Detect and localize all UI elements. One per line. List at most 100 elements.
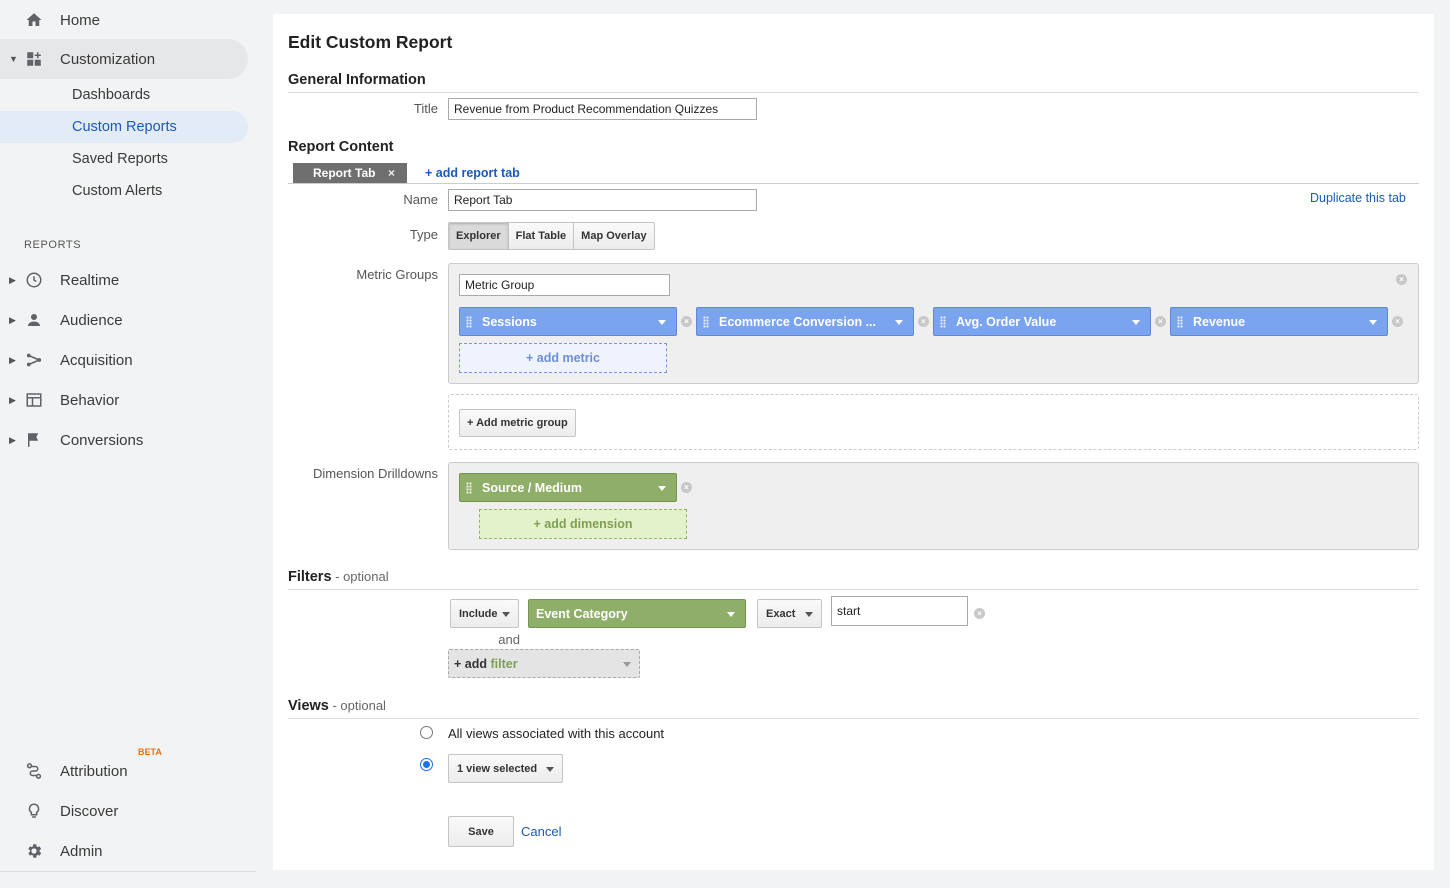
type-map-overlay-button[interactable]: Map Overlay [573, 222, 655, 250]
remove-metric-icon[interactable]: × [681, 316, 692, 327]
general-info-heading: General Information [288, 72, 426, 88]
type-label: Type [409, 227, 438, 242]
name-label: Name [403, 192, 438, 207]
drag-handle-icon[interactable] [466, 482, 472, 494]
reports-heading: REPORTS [24, 239, 82, 251]
add-dimension-button[interactable]: + add dimension [479, 509, 687, 539]
nav-discover[interactable]: Discover [0, 791, 248, 831]
filter-match-type-select[interactable]: Exact [757, 599, 822, 628]
selected-views-radio[interactable] [420, 758, 433, 771]
nav-customization[interactable]: ▼ Customization [0, 39, 248, 79]
drag-handle-icon[interactable] [1177, 316, 1183, 328]
chevron-down-icon [895, 320, 903, 325]
home-icon [24, 10, 44, 30]
metric-chip-ecommerce-conversion[interactable]: Ecommerce Conversion ... [696, 307, 914, 336]
add-metric-group-button[interactable]: + Add metric group [459, 409, 576, 437]
remove-dimension-icon[interactable]: × [681, 482, 692, 493]
dimension-drilldowns-label: Dimension Drilldowns [313, 466, 438, 481]
views-select-value: 1 view selected [457, 762, 538, 775]
filter-dimension-label: Event Category [536, 606, 628, 621]
nav-home[interactable]: Home [0, 0, 248, 40]
gear-icon [24, 841, 44, 861]
remove-group-icon[interactable]: × [1396, 274, 1407, 285]
close-icon[interactable]: × [388, 166, 395, 180]
report-content-heading: Report Content [288, 139, 394, 155]
nav-acquisition-label: Acquisition [60, 351, 133, 369]
remove-filter-icon[interactable]: × [974, 608, 985, 619]
views-heading: Views - optional [288, 698, 386, 714]
filters-heading-text: Filters [288, 569, 332, 585]
chevron-down-icon [502, 612, 510, 617]
section-divider [288, 92, 1419, 93]
nav-behavior[interactable]: ▶ Behavior [0, 380, 248, 420]
metric-chip-avg-order-value[interactable]: Avg. Order Value [933, 307, 1151, 336]
nav-home-label: Home [60, 11, 101, 29]
tab-divider [288, 183, 1419, 184]
tab-report-tab[interactable]: Report Tab × [293, 163, 407, 183]
optional-label: - optional [328, 698, 386, 713]
beta-badge: BETA [138, 747, 162, 757]
nav-acquisition[interactable]: ▶ Acquisition [0, 340, 248, 380]
metric-label: Sessions [482, 314, 537, 329]
chevron-down-icon [805, 612, 813, 617]
filter-dimension-chip[interactable]: Event Category [528, 599, 746, 628]
match-type-value: Exact [766, 607, 796, 620]
metric-label: Avg. Order Value [956, 314, 1057, 329]
title-input[interactable] [448, 98, 757, 120]
views-select[interactable]: 1 view selected [448, 754, 563, 783]
remove-metric-icon[interactable]: × [918, 316, 929, 327]
filters-heading: Filters - optional [288, 569, 389, 585]
clock-icon [24, 270, 44, 290]
all-views-radio[interactable] [420, 726, 433, 739]
save-button[interactable]: Save [448, 816, 514, 847]
add-filter-prefix: + add [454, 656, 487, 671]
nav-attribution[interactable]: Attribution BETA [0, 747, 248, 791]
add-filter-button[interactable]: + add filter [448, 649, 640, 678]
nav-attribution-label: Attribution [60, 762, 128, 780]
remove-metric-icon[interactable]: × [1155, 316, 1166, 327]
nav-custom-reports[interactable]: Custom Reports [0, 111, 248, 143]
chevron-down-icon [727, 612, 735, 617]
drag-handle-icon[interactable] [703, 316, 709, 328]
add-report-tab-link[interactable]: + add report tab [425, 166, 520, 180]
metric-chip-revenue[interactable]: Revenue [1170, 307, 1388, 336]
section-divider [288, 589, 1419, 590]
filter-include-select[interactable]: Include [450, 599, 519, 628]
drag-handle-icon[interactable] [940, 316, 946, 328]
type-flat-table-button[interactable]: Flat Table [507, 222, 575, 250]
chevron-down-icon [658, 486, 666, 491]
metric-label: Revenue [1193, 314, 1246, 329]
duplicate-tab-link[interactable]: Duplicate this tab [1310, 191, 1406, 205]
nav-custom-alerts-label: Custom Alerts [72, 183, 163, 199]
title-label: Title [413, 101, 438, 116]
all-views-label: All views associated with this account [448, 726, 665, 741]
nav-audience[interactable]: ▶ Audience [0, 300, 248, 340]
add-metric-button[interactable]: + add metric [459, 343, 667, 373]
nav-realtime[interactable]: ▶ Realtime [0, 260, 248, 300]
metric-group-name-input[interactable] [459, 274, 670, 296]
nav-saved-reports[interactable]: Saved Reports [0, 143, 248, 175]
dimension-chip-source-medium[interactable]: Source / Medium [459, 473, 677, 502]
chevron-right-icon: ▶ [9, 394, 16, 405]
drag-handle-icon[interactable] [466, 316, 472, 328]
metric-chip-sessions[interactable]: Sessions [459, 307, 677, 336]
sidebar-divider [0, 871, 256, 872]
type-explorer-button[interactable]: Explorer [448, 222, 509, 250]
add-filter-word: filter [490, 656, 518, 671]
nav-customization-label: Customization [60, 50, 156, 68]
tab-name-input[interactable] [448, 189, 757, 211]
nav-custom-alerts[interactable]: Custom Alerts [0, 175, 248, 207]
filter-value-input[interactable] [831, 596, 968, 626]
section-divider [288, 718, 1419, 719]
nav-conversions[interactable]: ▶ Conversions [0, 420, 248, 460]
nav-dashboards[interactable]: Dashboards [0, 79, 248, 111]
cancel-link[interactable]: Cancel [521, 824, 561, 839]
person-icon [24, 310, 44, 330]
behavior-icon [24, 390, 44, 410]
nav-admin-label: Admin [60, 842, 103, 860]
nav-conversions-label: Conversions [60, 431, 144, 449]
nav-audience-label: Audience [60, 311, 123, 329]
dimension-panel: Source / Medium × + add dimension [448, 462, 1419, 550]
remove-metric-icon[interactable]: × [1392, 316, 1403, 327]
nav-admin[interactable]: Admin [0, 831, 248, 871]
